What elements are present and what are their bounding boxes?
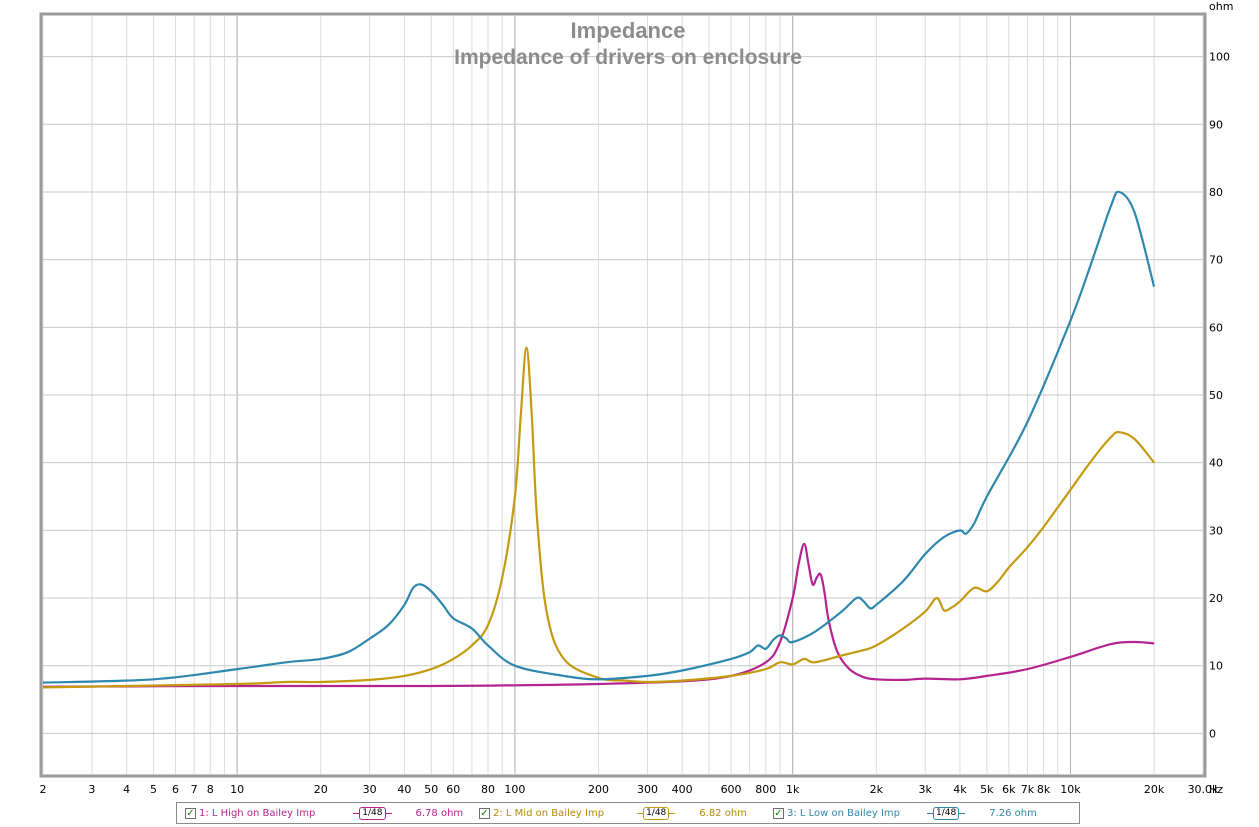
y-tick-label: 50 (1209, 389, 1223, 402)
series-2-smoothing-icon[interactable]: 1/48 (637, 807, 676, 820)
series-2-value: 6.82 ohm (699, 808, 747, 819)
legend-item-mid[interactable]: ✓ 2: L Mid on Bailey Imp 1/48 6.82 ohm (479, 806, 747, 821)
series-1-name: 1: L High on Bailey Imp (199, 808, 316, 819)
x-tick-label: 40 (397, 783, 411, 796)
series-3-smoothing-icon[interactable]: 1/48 (927, 807, 966, 820)
y-tick-label: 40 (1209, 457, 1223, 470)
x-tick-label: 1k (786, 783, 800, 796)
y-tick-label: 70 (1209, 254, 1223, 267)
x-tick-label: 3 (88, 783, 95, 796)
series-1-value: 6.78 ohm (415, 808, 464, 819)
x-tick-label: 20k (1144, 783, 1165, 796)
x-tick-label: 400 (672, 783, 693, 796)
x-tick-label: 200 (588, 783, 609, 796)
x-tick-label: 10k (1060, 783, 1081, 796)
x-tick-label: 2 (40, 783, 47, 796)
series-2-name: 2: L Mid on Bailey Imp (493, 808, 605, 819)
y-tick-label: 80 (1209, 186, 1223, 199)
legend-item-low[interactable]: ✓ 3: L Low on Bailey Imp 1/48 7.26 ohm (773, 806, 1037, 821)
x-tick-label: 8k (1037, 783, 1051, 796)
legend: ✓ 1: L High on Bailey Imp 1/48 6.78 ohm … (176, 802, 1080, 824)
x-tick-label: 6 (172, 783, 179, 796)
x-tick-label: 600 (721, 783, 742, 796)
x-tick-label: 300 (637, 783, 658, 796)
x-tick-label: 4k (953, 783, 967, 796)
series-3-name: 3: L Low on Bailey Imp (787, 808, 900, 819)
x-tick-label: 2k (870, 783, 884, 796)
x-tick-label: 800 (755, 783, 776, 796)
y-tick-label: 100 (1209, 51, 1230, 64)
x-tick-label: 50 (424, 783, 438, 796)
x-tick-label: 7k (1021, 783, 1035, 796)
series-2-checkbox[interactable]: ✓ (479, 808, 490, 819)
x-tick-label: 80 (481, 783, 495, 796)
series-1-smoothing-icon[interactable]: 1/48 (353, 807, 392, 820)
x-tick-label: 6k (1002, 783, 1016, 796)
y-tick-labels: 0 10 20 30 40 50 60 70 80 90 100 (1209, 51, 1230, 741)
x-tick-label: 3k (919, 783, 933, 796)
x-tick-label: 8 (207, 783, 214, 796)
y-tick-label: 90 (1209, 118, 1223, 131)
x-tick-label: 20 (314, 783, 328, 796)
legend-item-high[interactable]: ✓ 1: L High on Bailey Imp 1/48 6.78 ohm (185, 806, 463, 821)
y-tick-label: 60 (1209, 321, 1223, 334)
x-unit-label: Hz (1209, 783, 1223, 796)
impedance-chart: 2 3 4 5 6 7 8 10 20 30 40 50 60 80 100 200 300 400 600 800 1… (39, 0, 1233, 796)
x-tick-label: 7 (191, 783, 198, 796)
x-tick-label: 5k (980, 783, 994, 796)
x-tick-label: 10 (230, 783, 244, 796)
x-tick-label: 60 (446, 783, 460, 796)
x-tick-label: 100 (504, 783, 525, 796)
y-tick-label: 0 (1209, 727, 1216, 740)
series-3-value: 7.26 ohm (989, 808, 1037, 819)
chart-subtitle: Impedance of drivers on enclosure (454, 46, 802, 69)
y-tick-label: 30 (1209, 524, 1223, 537)
series-1-checkbox[interactable]: ✓ (185, 808, 196, 819)
x-tick-label: 30 (363, 783, 377, 796)
series-3-checkbox[interactable]: ✓ (773, 808, 784, 819)
y-tick-label: 10 (1209, 660, 1223, 673)
x-tick-label: 4 (123, 783, 130, 796)
y-tick-label: 20 (1209, 592, 1223, 605)
y-unit-label: ohm (1209, 0, 1233, 13)
chart-title: Impedance (571, 18, 686, 43)
x-tick-labels: 2 3 4 5 6 7 8 10 20 30 40 50 60 80 100 200 300 400 600 800 1… (40, 783, 1220, 796)
x-tick-label: 5 (150, 783, 157, 796)
